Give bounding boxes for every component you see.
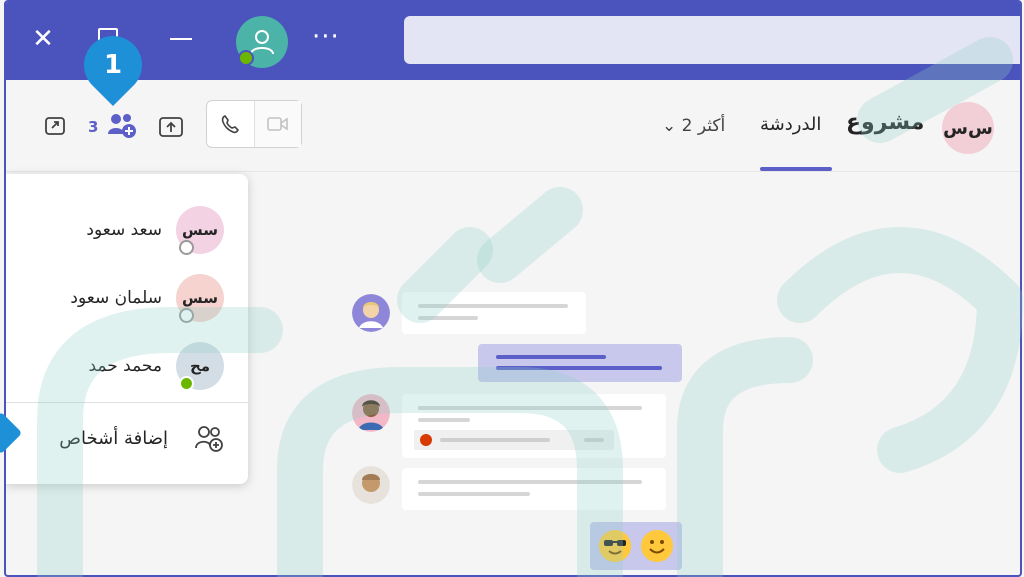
group-avatar[interactable]: س‌س bbox=[942, 102, 994, 154]
message-bubble bbox=[402, 468, 666, 510]
user-avatar[interactable] bbox=[236, 16, 288, 68]
video-icon bbox=[266, 117, 288, 131]
participant-avatar bbox=[352, 466, 390, 504]
message-bubble bbox=[402, 292, 586, 334]
participant-item[interactable]: سعد سعود سس bbox=[24, 206, 224, 255]
participants-popover: سعد سعود سس سلمان سعود سس محمد حمد مح إض… bbox=[6, 174, 248, 484]
participant-name: سلمان سعود bbox=[70, 288, 162, 308]
title-bar: ✕ ··· bbox=[6, 2, 1020, 80]
participant-item[interactable]: سلمان سعود سس bbox=[24, 274, 224, 323]
more-people-dropdown[interactable]: ⌄ 2 أكثر bbox=[662, 116, 725, 136]
participant-avatar bbox=[352, 294, 390, 332]
file-attachment[interactable] bbox=[414, 430, 614, 450]
tab-indicator bbox=[760, 167, 832, 171]
share-icon[interactable] bbox=[158, 116, 184, 138]
phone-icon bbox=[222, 114, 240, 134]
add-people-icon bbox=[195, 426, 223, 452]
smile-emoji-icon bbox=[640, 530, 673, 562]
participant-count[interactable]: 3 bbox=[88, 118, 98, 136]
minimize-icon[interactable] bbox=[170, 38, 192, 40]
participant-name: سعد سعود bbox=[86, 220, 162, 240]
tab-chat[interactable]: الدردشة bbox=[760, 114, 821, 135]
emoji-message bbox=[590, 522, 682, 570]
chat-title: مشروع bbox=[846, 110, 925, 135]
call-buttons bbox=[206, 100, 302, 148]
presence-online-icon bbox=[238, 50, 254, 66]
popout-icon[interactable] bbox=[44, 116, 66, 136]
participant-item[interactable]: محمد حمد مح bbox=[24, 342, 224, 391]
video-call-button[interactable] bbox=[253, 101, 301, 147]
participant-avatar bbox=[352, 394, 390, 432]
teams-window: ✕ ··· 3 bbox=[4, 0, 1022, 577]
powerpoint-icon bbox=[420, 434, 432, 446]
presence-online-icon bbox=[179, 376, 194, 391]
add-people-label: إضافة أشخاص bbox=[59, 428, 168, 449]
more-icon[interactable]: ··· bbox=[312, 22, 340, 52]
add-people-button[interactable]: إضافة أشخاص bbox=[14, 416, 224, 464]
sunglasses-emoji-icon bbox=[599, 530, 632, 562]
search-input[interactable] bbox=[404, 16, 1020, 64]
presence-offline-icon bbox=[179, 240, 194, 255]
message-bubble bbox=[402, 394, 666, 458]
audio-call-button[interactable] bbox=[207, 101, 254, 147]
close-icon[interactable]: ✕ bbox=[28, 24, 58, 54]
participant-name: محمد حمد bbox=[88, 356, 163, 376]
presence-offline-icon bbox=[179, 308, 194, 323]
my-message-bubble bbox=[478, 344, 682, 382]
divider bbox=[6, 402, 248, 403]
chevron-down-icon: ⌄ bbox=[662, 116, 682, 136]
people-icon[interactable] bbox=[106, 112, 138, 140]
